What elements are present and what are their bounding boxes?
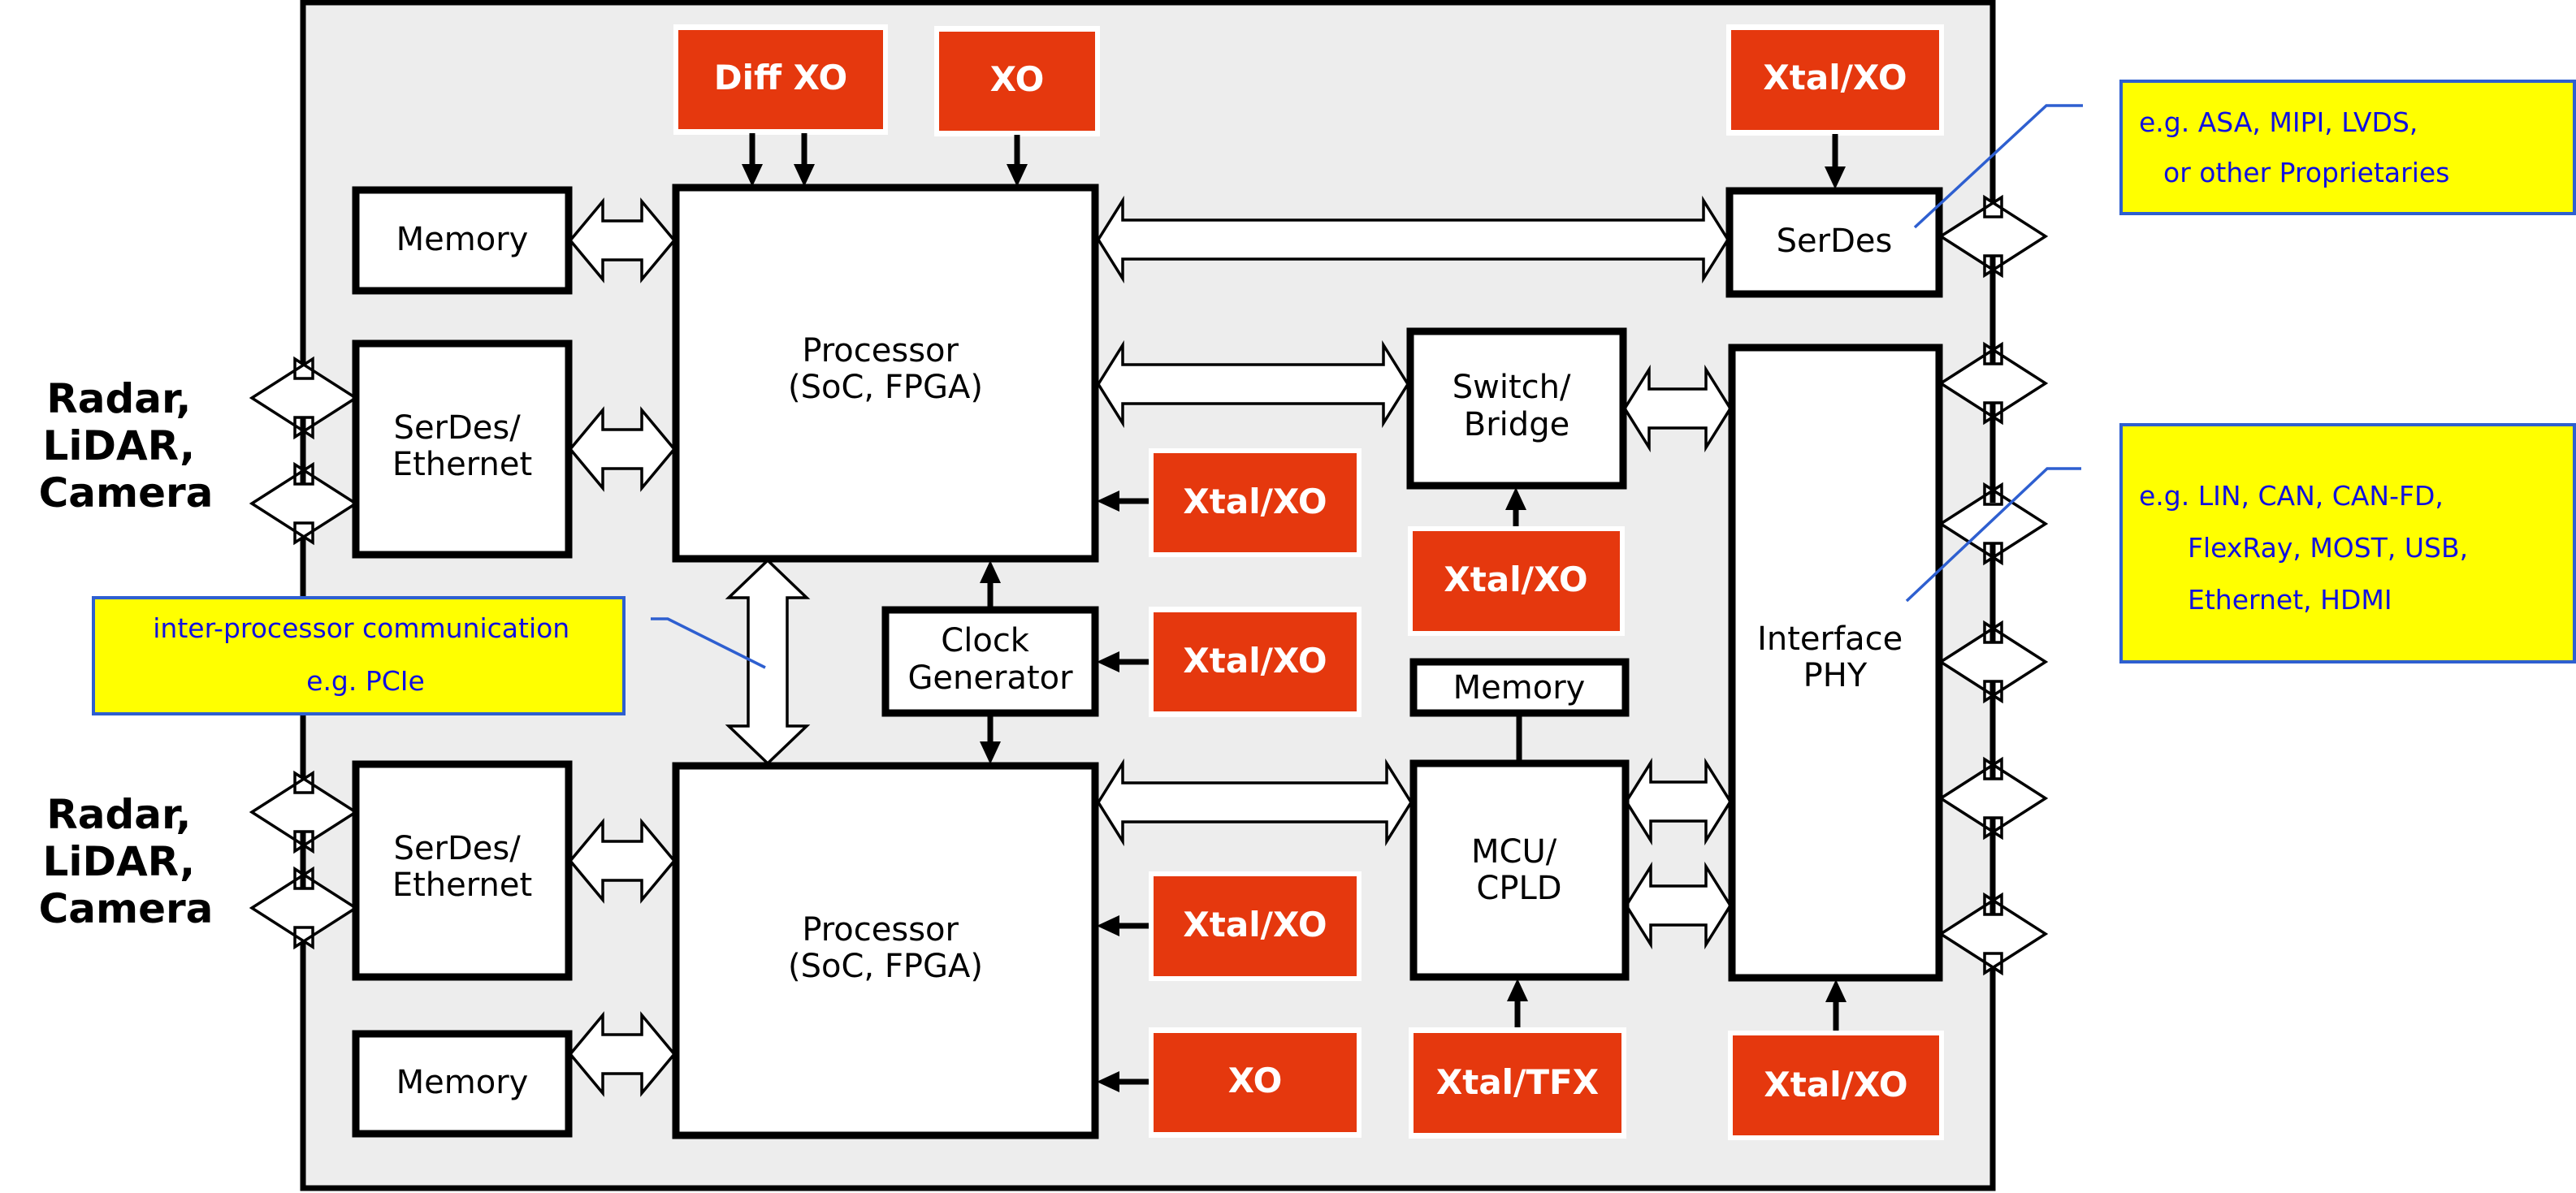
mcu-cpld-label: MCU/ CPLD [1471, 833, 1567, 907]
serdes-right-label: SerDes [1777, 223, 1893, 260]
osc-xtal-xo-processor-top[interactable]: Xtal/XO [1149, 448, 1362, 557]
memory-mcu-block[interactable]: Memory [1409, 658, 1630, 717]
callout-serdes-protocols: e.g. ASA, MIPI, LVDS, or other Proprieta… [1913, 80, 2576, 229]
osc-xo-top[interactable]: XO [934, 26, 1100, 136]
osc-xtal-xo-processor-bottom[interactable]: Xtal/XO [1149, 871, 1362, 981]
processor-bottom-block[interactable]: Processor (SoC, FPGA) [672, 762, 1099, 1139]
serdes-ethernet-top-block[interactable]: SerDes/ Ethernet [352, 339, 573, 559]
osc-xtal-tfx[interactable]: Xtal/TFX [1409, 1027, 1626, 1139]
processor-bottom-label: Processor (SoC, FPGA) [788, 911, 983, 985]
osc-xtal-tfx-label: Xtal/TFX [1436, 1062, 1599, 1102]
switch-bridge-label: Switch/ Bridge [1453, 369, 1581, 443]
osc-xtal-xo-serdes-label: Xtal/XO [1763, 58, 1907, 97]
osc-diff-xo[interactable]: Diff XO [673, 24, 888, 135]
serdes-ethernet-bottom-block[interactable]: SerDes/ Ethernet [352, 760, 573, 981]
switch-bridge-block[interactable]: Switch/ Bridge [1406, 327, 1627, 490]
osc-xtal-xo-clockgen-label: Xtal/XO [1183, 641, 1327, 681]
serdes-ethernet-bottom-label: SerDes/ Ethernet [392, 830, 532, 904]
block-diagram: Radar, LiDAR, Camera Radar, LiDAR, Camer… [39, 0, 2576, 1191]
mcu-cpld-block[interactable]: MCU/ CPLD [1409, 759, 1630, 981]
osc-xtal-xo-phy[interactable]: Xtal/XO [1728, 1031, 1944, 1140]
osc-xtal-xo-serdes[interactable]: Xtal/XO [1726, 24, 1944, 136]
osc-xtal-xo-phy-label: Xtal/XO [1764, 1065, 1907, 1104]
osc-xtal-xo-processor-top-label: Xtal/XO [1183, 482, 1327, 521]
osc-xtal-xo-processor-bottom-label: Xtal/XO [1183, 905, 1327, 944]
memory-mcu-label: Memory [1453, 669, 1586, 707]
processor-top-block[interactable]: Processor (SoC, FPGA) [672, 184, 1099, 563]
memory-top-label: Memory [396, 221, 529, 258]
serdes-right-block[interactable]: SerDes [1725, 187, 1943, 298]
osc-xo-top-label: XO [990, 59, 1045, 99]
sensor-label-top: Radar, LiDAR, Camera [39, 375, 214, 517]
memory-top-block[interactable]: Memory [352, 186, 573, 295]
osc-xo-bottom[interactable]: XO [1149, 1027, 1362, 1138]
osc-xo-bottom-label: XO [1228, 1061, 1283, 1100]
clock-generator-block[interactable]: Clock Generator [881, 606, 1099, 717]
osc-diff-xo-label: Diff XO [714, 58, 848, 97]
sensor-label-bottom: Radar, LiDAR, Camera [39, 791, 214, 932]
osc-xtal-xo-clockgen[interactable]: Xtal/XO [1149, 607, 1362, 717]
memory-bottom-label: Memory [396, 1064, 529, 1101]
memory-bottom-block[interactable]: Memory [352, 1030, 573, 1138]
processor-top-label: Processor (SoC, FPGA) [788, 332, 983, 406]
osc-xtal-xo-switch-label: Xtal/XO [1444, 560, 1587, 599]
interface-phy-block[interactable]: Interface PHY [1728, 344, 1943, 982]
serdes-ethernet-top-label: SerDes/ Ethernet [392, 409, 532, 483]
osc-xtal-xo-switch[interactable]: Xtal/XO [1408, 526, 1625, 636]
